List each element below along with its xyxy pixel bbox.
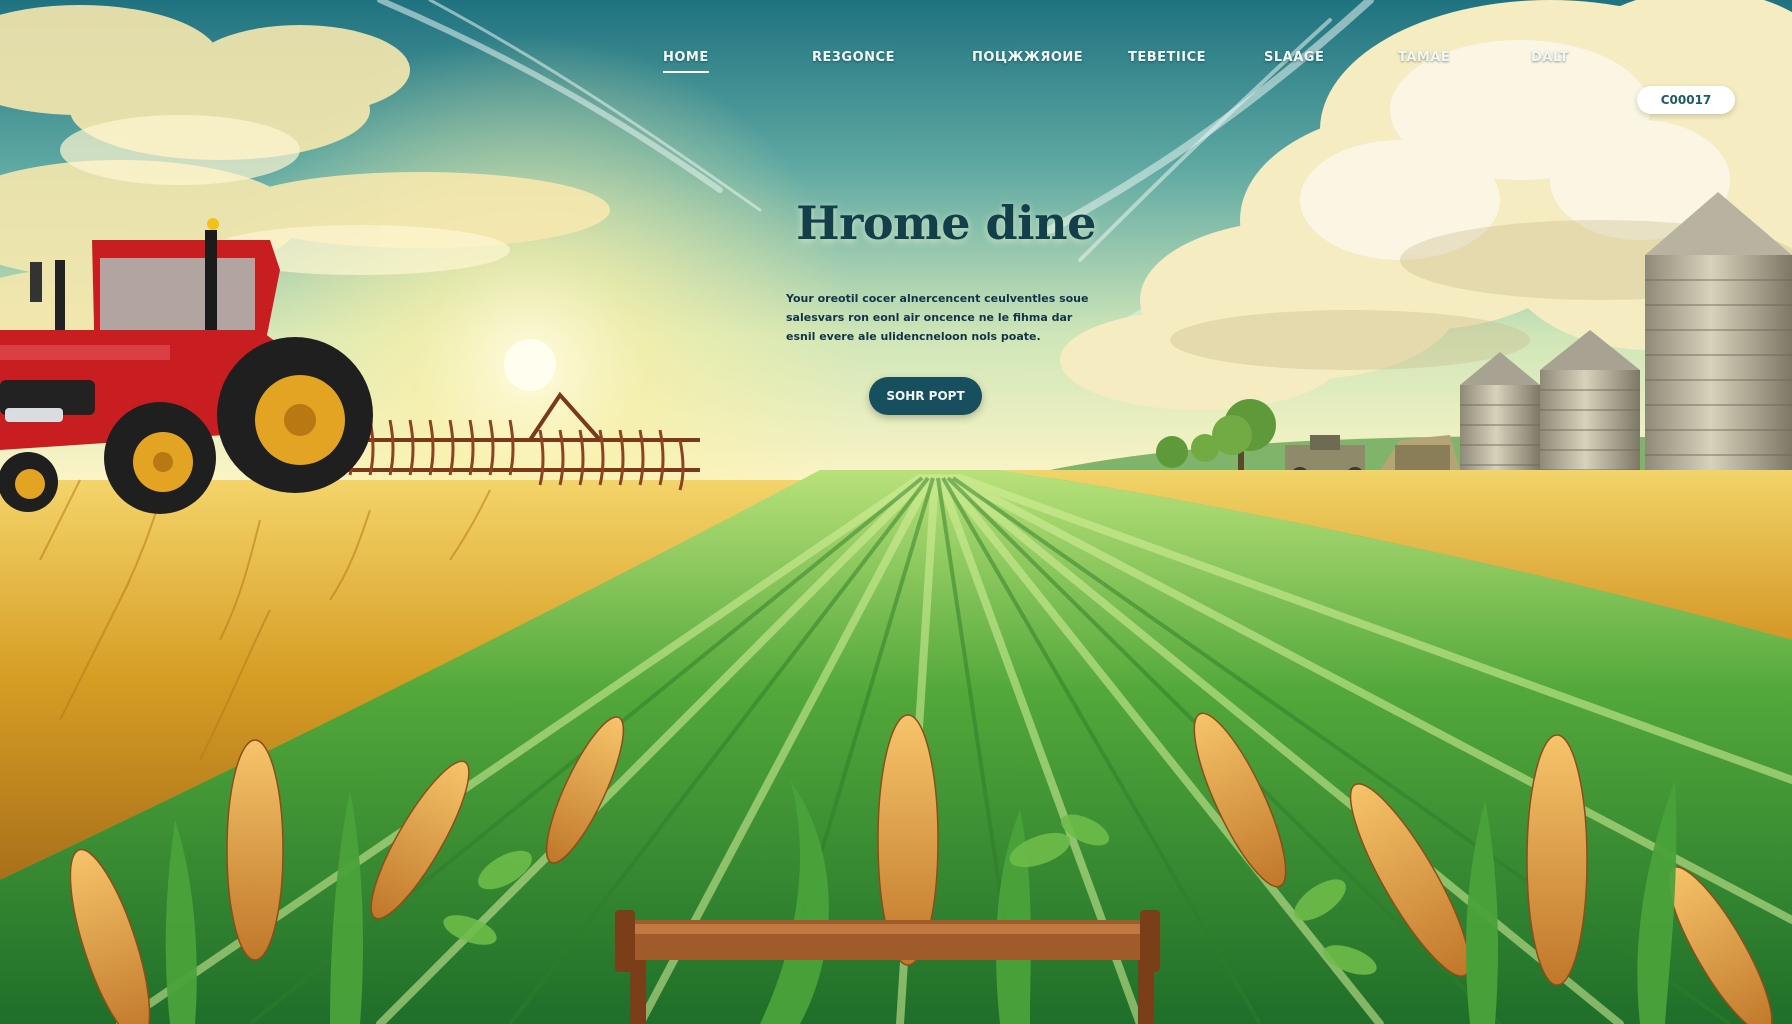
nav-item-3[interactable]: ПОЦЖЖЯОИЕ	[972, 50, 1083, 65]
hero-cta-button[interactable]: SOHR POPT	[869, 377, 982, 415]
nav-item-home[interactable]: HOME	[663, 50, 709, 73]
hero-title: Hrome dine	[796, 196, 1096, 250]
contact-button[interactable]: C00017	[1637, 86, 1735, 114]
top-navigation: HOME RE3GONCE ПОЦЖЖЯОИЕ TEBETIICE SLAAGE…	[0, 40, 1792, 114]
hero-background-illustration	[0, 0, 1792, 1024]
nav-item-2[interactable]: RE3GONCE	[812, 50, 895, 65]
nav-item-7[interactable]: DALT	[1531, 50, 1569, 65]
nav-item-5[interactable]: SLAAGE	[1264, 50, 1324, 65]
hero-subtitle: Your oreotil cocer alnercencent ceulvent…	[786, 292, 1089, 343]
nav-item-4[interactable]: TEBETIICE	[1128, 50, 1206, 65]
nav-item-6[interactable]: TAMAE	[1398, 50, 1450, 65]
